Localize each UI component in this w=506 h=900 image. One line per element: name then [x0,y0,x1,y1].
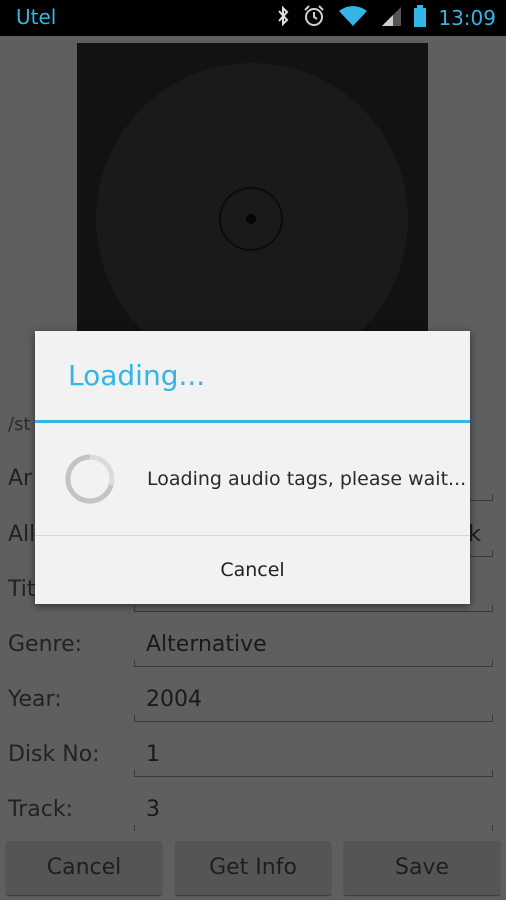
battery-icon [414,5,427,31]
dialog-title: Loading... [68,359,206,392]
field-label: Year: [8,687,62,712]
disk-no-row: Disk No: 1 [0,730,506,782]
genre-row: Genre: Alternative [0,620,506,672]
field-label: Tit [8,577,36,602]
year-row: Year: 2004 [0,675,506,727]
carrier-name: Utel [16,5,57,29]
alarm-icon [302,4,326,32]
track-field[interactable]: 3 [134,791,493,831]
status-bar: Utel 13:09 [0,0,506,36]
cancel-button[interactable]: Cancel [6,841,162,895]
field-label: Disk No: [8,742,100,767]
field-label: Track: [8,797,73,822]
track-row: Track: 3 [0,785,506,837]
save-button[interactable]: Save [344,841,500,895]
field-label: All [8,522,36,547]
status-icons: 13:09 [276,5,496,31]
field-label: Ar [8,466,33,491]
genre-field[interactable]: Alternative [134,626,493,667]
disc-placeholder-icon [96,63,408,375]
wifi-icon [338,5,368,31]
loading-spinner-icon [65,454,115,504]
bluetooth-icon [276,5,290,31]
file-path: /st [8,414,31,435]
dialog-message: Loading audio tags, please wait... [147,468,467,490]
bottom-button-bar: Cancel Get Info Save [0,837,506,900]
year-field[interactable]: 2004 [134,681,493,722]
dialog-title-divider [35,420,470,423]
signal-icon [380,5,402,31]
dialog-cancel-button[interactable]: Cancel [35,536,470,604]
loading-dialog: Loading... Loading audio tags, please wa… [35,331,470,604]
disk-no-field[interactable]: 1 [134,736,493,777]
field-label: Genre: [8,632,83,657]
clock: 13:09 [438,6,496,30]
get-info-button[interactable]: Get Info [175,841,331,895]
